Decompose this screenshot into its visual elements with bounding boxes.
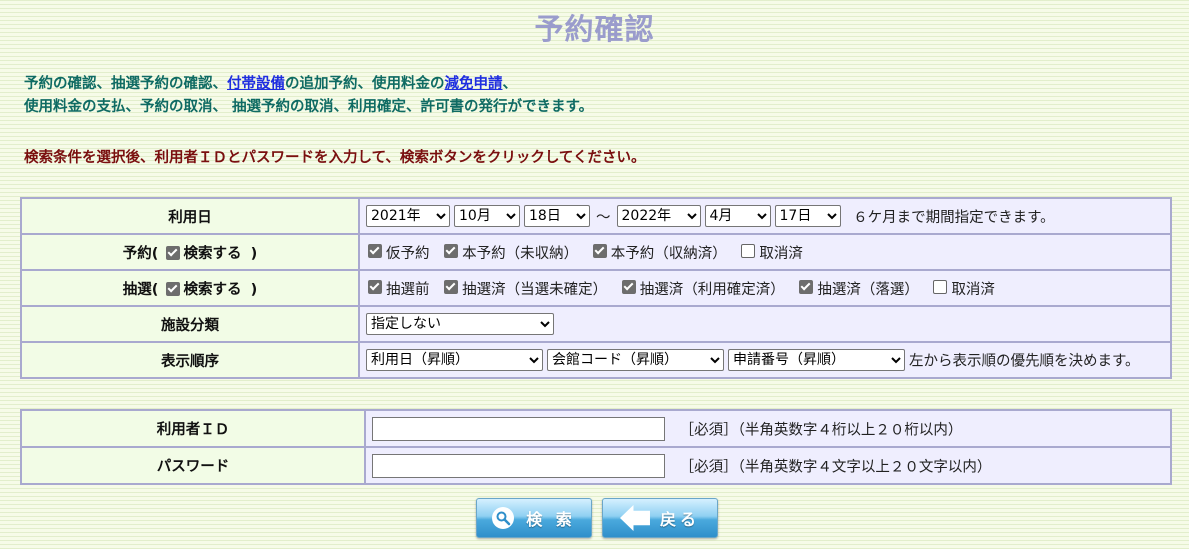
row-user-id: 利用者ＩＤ ［必須］（半角英数字４桁以上２０桁以内） [20,409,1172,448]
instruction-text: 検索条件を選択後、利用者ＩＤとパスワードを入力して、検索ボタンをクリックしてくだ… [24,150,646,166]
search-button-label: 検 索 [526,510,576,529]
reservation-options: 仮予約 本予約（未収納） 本予約（収納済） 取消済 [358,233,1172,271]
search-conditions-table: 利用日 2021年 10月 18日 ～ 2022年 4月 17日 ６ケ月まで期間指定できます… [20,197,1172,379]
row-sort-order: 表示順序 利用日（昇順） 会館コード（昇順） 申請番号（昇順） 左から表示順の優先順を… [20,341,1172,379]
to-day-select[interactable]: 17日 [774,205,841,227]
res-opt-checkbox-2[interactable] [592,244,607,258]
intro-text: 予約の確認、抽選予約の確認、付帯設備の追加予約、使用料金の減免申請、 使用料金の… [24,76,594,115]
res-opt-checkbox-3[interactable] [741,244,756,258]
range-tilde: ～ [596,209,611,226]
password-input[interactable] [372,453,665,478]
to-month-select[interactable]: 4月 [704,205,771,227]
lot-opt-checkbox-3[interactable] [799,280,814,294]
usage-date-note: ６ケ月まで期間指定できます。 [853,209,1055,226]
reservation-search-checkbox[interactable] [165,245,180,260]
row-usage-date: 利用日 2021年 10月 18日 ～ 2022年 4月 17日 ６ケ月まで期間指定できます… [20,197,1172,235]
search-button[interactable]: 検 索 [476,498,592,538]
back-arrow-icon [619,505,650,531]
res-opt-checkbox-0[interactable] [368,244,382,258]
login-table: 利用者ＩＤ ［必須］（半角英数字４桁以上２０桁以内） パスワード ［必須］（半角… [20,409,1172,485]
lot-opt-checkbox-4[interactable] [933,280,948,294]
sort3-select[interactable]: 申請番号（昇順） [728,349,905,371]
from-day-select[interactable]: 18日 [524,205,590,227]
sort1-select[interactable]: 利用日（昇順） [366,349,543,371]
password-label: パスワード [20,446,366,485]
facility-label: 施設分類 [20,305,360,343]
from-year-select[interactable]: 2021年 [366,205,450,227]
res-opt-checkbox-1[interactable] [444,244,459,258]
lot-opt-checkbox-2[interactable] [621,280,636,294]
password-note: ［必須］（半角英数字４文字以上２０文字以内） [679,459,992,475]
search-icon [492,507,515,529]
sort-order-note: 左から表示順の優先順を決めます。 [909,353,1140,370]
link-equipment[interactable]: 付帯設備 [227,76,285,92]
lottery-search-checkbox[interactable] [165,281,180,296]
user-id-note: ［必須］（半角英数字４桁以上２０桁以内） [679,422,963,438]
page-title: 予約確認 [534,12,655,46]
row-facility: 施設分類 指定しない [20,305,1172,343]
user-id-input[interactable] [372,416,665,441]
row-password: パスワード ［必須］（半角英数字４文字以上２０文字以内） [20,446,1172,485]
sort2-select[interactable]: 会館コード（昇順） [547,349,724,371]
lot-opt-checkbox-1[interactable] [444,280,459,294]
back-button-label: 戻る [659,510,700,529]
usage-date-label: 利用日 [20,197,360,235]
row-lottery: 抽選( 検索する ) 抽選前 抽選済（当選未確定） 抽選済（利用確定済） 抽選済… [20,269,1172,307]
lot-opt-checkbox-0[interactable] [368,280,382,294]
facility-select[interactable]: 指定しない [366,313,554,335]
sort-order-label: 表示順序 [20,341,360,379]
from-month-select[interactable]: 10月 [454,205,520,227]
link-reduction[interactable]: 減免申請 [445,76,503,92]
row-reservation: 予約( 検索する ) 仮予約 本予約（未収納） 本予約（収納済） 取消済 [20,233,1172,271]
lottery-options: 抽選前 抽選済（当選未確定） 抽選済（利用確定済） 抽選済（落選） 取消済 [358,269,1172,307]
to-year-select[interactable]: 2022年 [616,205,701,227]
user-id-label: 利用者ＩＤ [20,409,366,448]
back-button[interactable]: 戻る [602,498,718,538]
